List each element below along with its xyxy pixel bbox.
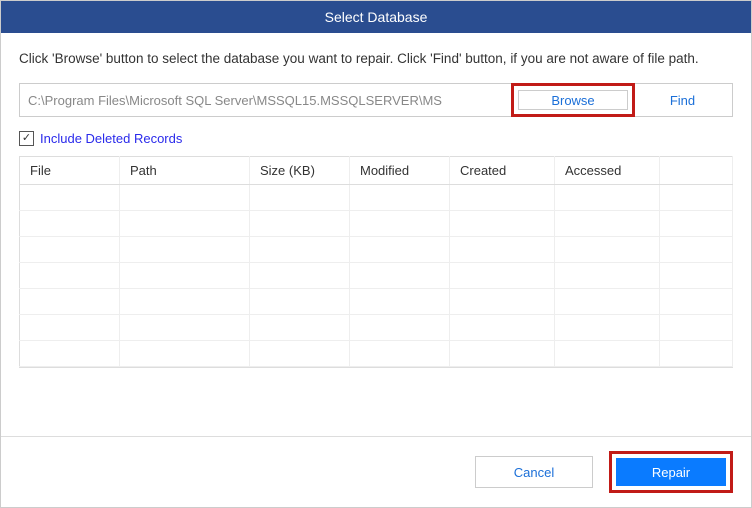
- titlebar: Select Database: [1, 1, 751, 33]
- find-button[interactable]: Find: [633, 83, 733, 117]
- repair-highlight: Repair: [609, 451, 733, 493]
- browse-highlight: Browse: [511, 83, 635, 117]
- table-row[interactable]: [20, 341, 733, 367]
- table-row[interactable]: [20, 263, 733, 289]
- file-table: File Path Size (KB) Modified Created Acc…: [19, 156, 733, 367]
- find-label: Find: [670, 93, 695, 108]
- table-header-row: File Path Size (KB) Modified Created Acc…: [20, 157, 733, 185]
- include-deleted-label[interactable]: Include Deleted Records: [40, 131, 182, 146]
- col-accessed[interactable]: Accessed: [555, 157, 660, 185]
- cancel-button[interactable]: Cancel: [475, 456, 593, 488]
- col-path[interactable]: Path: [120, 157, 250, 185]
- path-row: C:\Program Files\Microsoft SQL Server\MS…: [19, 83, 733, 117]
- col-file[interactable]: File: [20, 157, 120, 185]
- table-row[interactable]: [20, 315, 733, 341]
- col-modified[interactable]: Modified: [350, 157, 450, 185]
- dialog-footer: Cancel Repair: [1, 436, 751, 507]
- table-row[interactable]: [20, 211, 733, 237]
- table-row[interactable]: [20, 237, 733, 263]
- window-title: Select Database: [325, 9, 428, 25]
- browse-label: Browse: [551, 93, 594, 108]
- col-spacer: [660, 157, 733, 185]
- browse-button[interactable]: Browse: [518, 90, 628, 110]
- repair-button[interactable]: Repair: [616, 458, 726, 486]
- file-path-input[interactable]: C:\Program Files\Microsoft SQL Server\MS…: [19, 83, 513, 117]
- file-path-value: C:\Program Files\Microsoft SQL Server\MS…: [28, 93, 442, 108]
- repair-label: Repair: [652, 465, 690, 480]
- include-deleted-checkbox[interactable]: ✓: [19, 131, 34, 146]
- file-table-wrap: File Path Size (KB) Modified Created Acc…: [19, 156, 733, 368]
- table-row[interactable]: [20, 185, 733, 211]
- col-created[interactable]: Created: [450, 157, 555, 185]
- include-deleted-row: ✓ Include Deleted Records: [19, 131, 733, 146]
- instruction-text: Click 'Browse' button to select the data…: [19, 49, 733, 69]
- table-body: [20, 185, 733, 367]
- dialog-content: Click 'Browse' button to select the data…: [1, 33, 751, 368]
- cancel-label: Cancel: [514, 465, 554, 480]
- table-row[interactable]: [20, 289, 733, 315]
- col-size[interactable]: Size (KB): [250, 157, 350, 185]
